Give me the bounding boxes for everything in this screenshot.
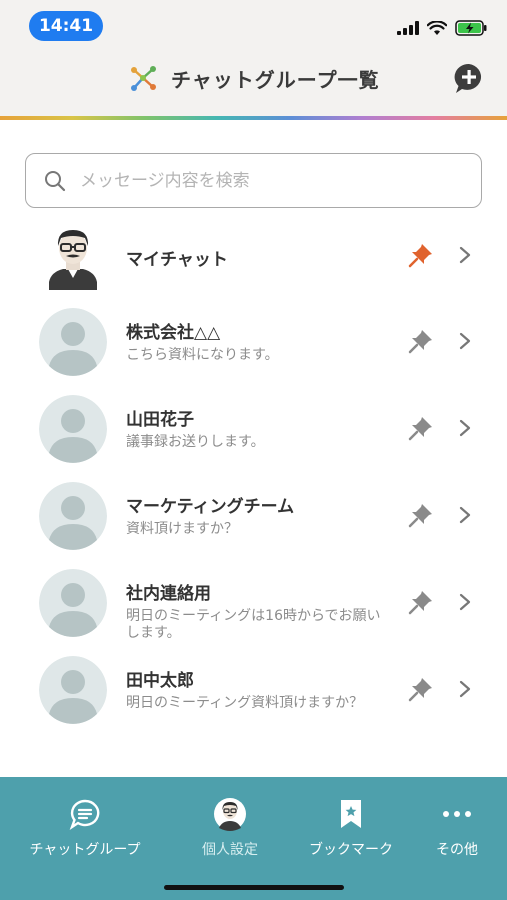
chat-row-my-chat[interactable]: マイチャット [0,214,507,300]
chat-row[interactable]: 山田花子 議事録お送りします。 [0,387,507,474]
pin-icon[interactable] [408,502,434,528]
battery-charging-icon [455,20,487,36]
header: チャットグループ一覧 [0,50,507,116]
default-avatar [39,569,107,637]
chat-name: 株式会社△△ [126,323,221,343]
pin-icon[interactable] [408,328,434,354]
tab-more[interactable]: その他 [425,777,489,877]
chat-row[interactable]: マーケティングチーム 資料頂けますか？ [0,474,507,561]
chevron-right-icon [459,593,471,611]
home-indicator [164,885,344,890]
tab-label: 個人設定 [202,842,258,858]
status-time: 14:41 [29,11,103,41]
chevron-right-icon [459,246,471,264]
tab-label: チャットグループ [29,842,141,858]
status-bar: 14:41 [0,0,507,50]
tab-label: ブックマーク [309,842,393,858]
header-divider [0,116,507,120]
profile-avatar-icon [214,798,246,831]
chat-name: マーケティングチーム [126,497,295,517]
chat-name: 田中太郎 [126,671,194,691]
app-logo-icon [131,66,156,91]
default-avatar [39,482,107,550]
chat-preview: 明日のミーティングは16時からでお願いします。 [126,608,381,641]
pin-icon[interactable] [408,676,434,702]
pin-icon[interactable] [408,589,434,615]
signal-icon [397,21,419,35]
default-avatar [39,395,107,463]
tab-bar: チャットグループ 個人設定 ブックマーク その他 [0,777,507,900]
chat-name: マイチャット [126,250,228,270]
chat-bubble-icon [69,799,100,830]
tab-bookmark[interactable]: ブックマーク [304,777,398,877]
tab-chat-group[interactable]: チャットグループ [22,777,148,877]
chevron-right-icon [459,680,471,698]
chat-name: 山田花子 [126,410,194,430]
page-title: チャットグループ一覧 [171,67,380,92]
default-avatar [39,656,107,724]
chat-preview: 資料頂けますか？ [126,521,238,537]
chat-row[interactable]: 田中太郎 明日のミーティング資料頂けますか？ [0,648,507,735]
chevron-right-icon [459,332,471,350]
pin-icon-active[interactable] [408,242,434,268]
chat-row[interactable]: 株式会社△△ こちら資料になります。 [0,300,507,387]
bookmark-icon [341,800,361,828]
search-box[interactable] [25,153,482,208]
search-icon [45,170,66,191]
more-icon [443,811,471,817]
chat-name: 社内連絡用 [126,584,211,604]
chat-preview: こちら資料になります。 [126,347,279,363]
new-chat-button[interactable] [453,62,485,96]
search-input[interactable] [78,169,462,192]
tab-personal-settings[interactable]: 個人設定 [190,777,270,877]
chat-preview: 議事録お送りします。 [126,434,265,450]
chat-row[interactable]: 社内連絡用 明日のミーティングは16時からでお願いします。 [0,561,507,648]
man-glasses-avatar [39,222,107,290]
default-avatar [39,308,107,376]
chat-preview: 明日のミーティング資料頂けますか？ [126,695,364,711]
chat-list: マイチャット 株式会社△△ こちら資料になります。 山田花子 議事録お送りします… [0,214,507,735]
pin-icon[interactable] [408,415,434,441]
chevron-right-icon [459,419,471,437]
chevron-right-icon [459,506,471,524]
wifi-icon [427,20,447,35]
tab-label: その他 [436,842,478,858]
